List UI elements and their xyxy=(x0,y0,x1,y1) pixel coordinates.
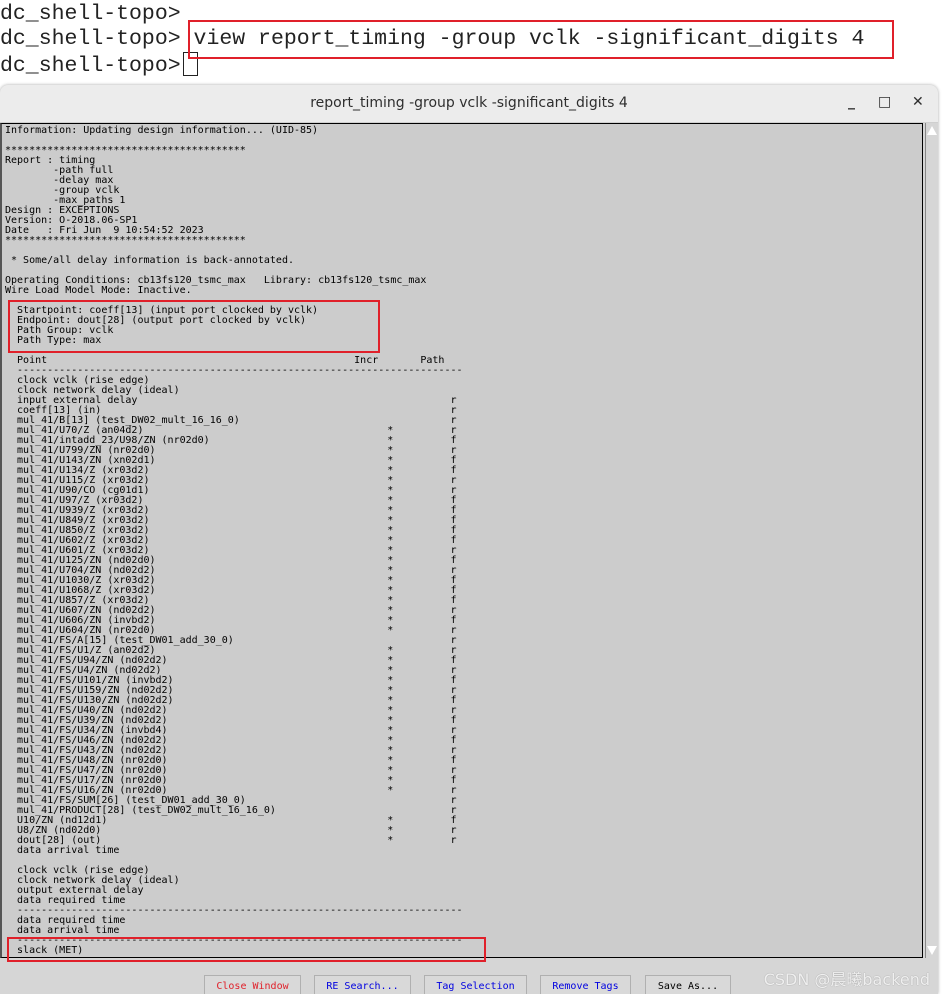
prompt: dc_shell-topo> xyxy=(0,2,181,26)
point-cell: data arrival time xyxy=(17,845,120,856)
report-text-area[interactable]: Information: Updating design information… xyxy=(0,123,923,958)
re-search-button[interactable]: RE Search... xyxy=(314,975,411,994)
slack-highlight-box xyxy=(7,937,486,962)
terminal: dc_shell-topo> dc_shell-topo> view repor… xyxy=(0,0,942,86)
prompt: dc_shell-topo> xyxy=(0,27,181,51)
title-bar[interactable]: report_timing -group vclk -significant_d… xyxy=(0,85,938,123)
prompt: dc_shell-topo> xyxy=(0,54,181,78)
close-window-button[interactable]: Close Window xyxy=(204,975,301,994)
terminal-line[interactable]: dc_shell-topo> xyxy=(0,52,198,79)
terminal-line: dc_shell-topo> xyxy=(0,2,181,27)
close-window-x-button[interactable]: ✕ xyxy=(912,94,924,110)
report-line: * Some/all delay information is back-ann… xyxy=(5,255,294,266)
scroll-up-icon[interactable] xyxy=(927,126,937,135)
tag-selection-button[interactable]: Tag Selection xyxy=(424,975,527,994)
save-as-button[interactable]: Save As... xyxy=(645,975,731,994)
scroll-down-icon[interactable] xyxy=(927,946,937,955)
report-line: Wire Load Model Mode: Inactive. xyxy=(5,285,192,296)
scrollbar[interactable] xyxy=(925,123,938,958)
command-highlight-box xyxy=(188,20,894,59)
startpoint-highlight-box xyxy=(8,300,380,353)
report-line: **************************************** xyxy=(5,235,246,246)
annotated-mark: * xyxy=(387,835,394,846)
annotated-mark: * xyxy=(387,785,394,796)
annotated-mark: * xyxy=(387,625,394,636)
maximize-button[interactable]: □ xyxy=(878,94,891,110)
window-title: report_timing -group vclk -significant_d… xyxy=(310,95,628,111)
minimize-button[interactable]: _ xyxy=(848,94,855,110)
watermark: CSDN @晨曦backend xyxy=(763,970,930,989)
report-line: Information: Updating design information… xyxy=(5,125,319,136)
report-window: report_timing -group vclk -significant_d… xyxy=(0,85,938,994)
remove-tags-button[interactable]: Remove Tags xyxy=(540,975,631,994)
edge-cell: r xyxy=(450,835,457,846)
